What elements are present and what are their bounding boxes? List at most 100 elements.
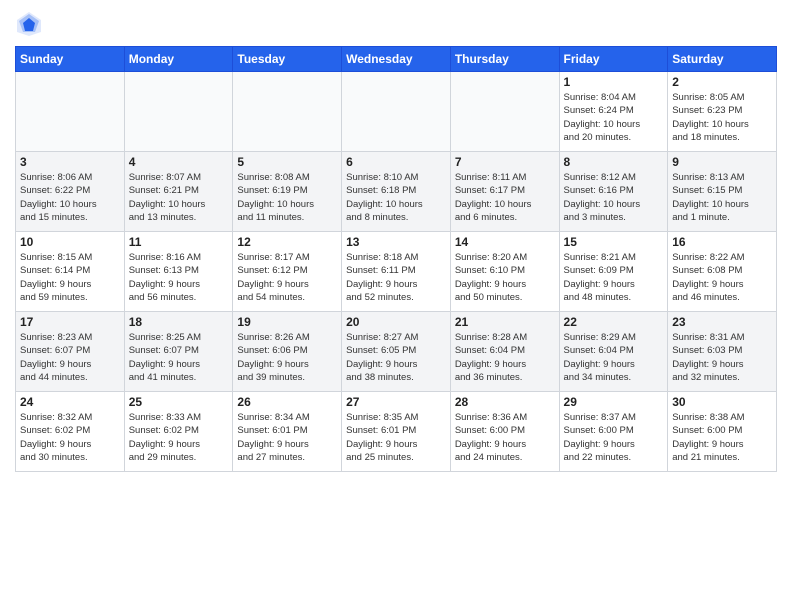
calendar-cell: 9Sunrise: 8:13 AM Sunset: 6:15 PM Daylig… <box>668 152 777 232</box>
calendar-cell: 29 Sunrise: 8:37 AM Sunset: 6:00 PM Dayli… <box>559 392 668 472</box>
day-number: 5 <box>237 155 337 169</box>
header-day: Thursday <box>450 47 559 72</box>
day-info: Sunrise: 8:27 AM Sunset: 6:05 PM Dayligh… <box>346 331 446 384</box>
calendar-cell: 30 Sunrise: 8:38 AM Sunset: 6:00 PM Dayli… <box>668 392 777 472</box>
calendar-cell: 8 Sunrise: 8:12 AM Sunset: 6:16 PM Daylig… <box>559 152 668 232</box>
calendar-cell <box>124 72 233 152</box>
day-info: Sunrise: 8:11 AM Sunset: 6:17 PM Dayligh… <box>455 171 555 224</box>
day-info: Sunrise: 8:22 AM Sunset: 6:08 PM Dayligh… <box>672 251 772 304</box>
day-number: 13 <box>346 235 446 249</box>
day-number: 3 <box>20 155 120 169</box>
header-day: Monday <box>124 47 233 72</box>
calendar-row: 1 Sunrise: 8:04 AM Sunset: 6:24 PM Daylig… <box>16 72 777 152</box>
calendar-table: SundayMondayTuesdayWednesdayThursdayFrid… <box>15 46 777 472</box>
day-info: Sunrise: 8:08 AM Sunset: 6:19 PM Dayligh… <box>237 171 337 224</box>
day-number: 8 <box>564 155 664 169</box>
calendar-row: 10Sunrise: 8:15 AM Sunset: 6:14 PM Dayli… <box>16 232 777 312</box>
calendar-cell: 13 Sunrise: 8:18 AM Sunset: 6:11 PM Dayli… <box>342 232 451 312</box>
calendar-cell: 25 Sunrise: 8:33 AM Sunset: 6:02 PM Dayli… <box>124 392 233 472</box>
day-number: 30 <box>672 395 772 409</box>
day-number: 28 <box>455 395 555 409</box>
calendar-cell: 28 Sunrise: 8:36 AM Sunset: 6:00 PM Dayli… <box>450 392 559 472</box>
day-info: Sunrise: 8:17 AM Sunset: 6:12 PM Dayligh… <box>237 251 337 304</box>
day-number: 16 <box>672 235 772 249</box>
header-day: Saturday <box>668 47 777 72</box>
calendar-cell: 10Sunrise: 8:15 AM Sunset: 6:14 PM Dayli… <box>16 232 125 312</box>
calendar-cell: 19 Sunrise: 8:26 AM Sunset: 6:06 PM Dayli… <box>233 312 342 392</box>
calendar-page: SundayMondayTuesdayWednesdayThursdayFrid… <box>0 0 792 612</box>
calendar-cell: 7 Sunrise: 8:11 AM Sunset: 6:17 PM Daylig… <box>450 152 559 232</box>
day-info: Sunrise: 8:05 AM Sunset: 6:23 PM Dayligh… <box>672 91 772 144</box>
header-day: Wednesday <box>342 47 451 72</box>
calendar-cell: 27 Sunrise: 8:35 AM Sunset: 6:01 PM Dayli… <box>342 392 451 472</box>
day-info: Sunrise: 8:31 AM Sunset: 6:03 PM Dayligh… <box>672 331 772 384</box>
logo-icon <box>15 10 43 38</box>
day-info: Sunrise: 8:36 AM Sunset: 6:00 PM Dayligh… <box>455 411 555 464</box>
day-info: Sunrise: 8:07 AM Sunset: 6:21 PM Dayligh… <box>129 171 229 224</box>
day-info: Sunrise: 8:38 AM Sunset: 6:00 PM Dayligh… <box>672 411 772 464</box>
day-info: Sunrise: 8:34 AM Sunset: 6:01 PM Dayligh… <box>237 411 337 464</box>
day-number: 27 <box>346 395 446 409</box>
calendar-cell <box>233 72 342 152</box>
calendar-row: 24 Sunrise: 8:32 AM Sunset: 6:02 PM Dayli… <box>16 392 777 472</box>
day-number: 4 <box>129 155 229 169</box>
day-info: Sunrise: 8:25 AM Sunset: 6:07 PM Dayligh… <box>129 331 229 384</box>
calendar-cell: 3Sunrise: 8:06 AM Sunset: 6:22 PM Daylig… <box>16 152 125 232</box>
day-number: 12 <box>237 235 337 249</box>
day-info: Sunrise: 8:16 AM Sunset: 6:13 PM Dayligh… <box>129 251 229 304</box>
day-number: 20 <box>346 315 446 329</box>
day-number: 9 <box>672 155 772 169</box>
calendar-cell: 26 Sunrise: 8:34 AM Sunset: 6:01 PM Dayli… <box>233 392 342 472</box>
calendar-cell: 12 Sunrise: 8:17 AM Sunset: 6:12 PM Dayli… <box>233 232 342 312</box>
calendar-cell <box>450 72 559 152</box>
calendar-row: 3Sunrise: 8:06 AM Sunset: 6:22 PM Daylig… <box>16 152 777 232</box>
calendar-cell: 1 Sunrise: 8:04 AM Sunset: 6:24 PM Daylig… <box>559 72 668 152</box>
day-number: 25 <box>129 395 229 409</box>
day-info: Sunrise: 8:12 AM Sunset: 6:16 PM Dayligh… <box>564 171 664 224</box>
day-number: 11 <box>129 235 229 249</box>
calendar-cell: 2 Sunrise: 8:05 AM Sunset: 6:23 PM Daylig… <box>668 72 777 152</box>
day-number: 26 <box>237 395 337 409</box>
calendar-cell: 17 Sunrise: 8:23 AM Sunset: 6:07 PM Dayli… <box>16 312 125 392</box>
day-number: 22 <box>564 315 664 329</box>
day-info: Sunrise: 8:32 AM Sunset: 6:02 PM Dayligh… <box>20 411 120 464</box>
day-info: Sunrise: 8:23 AM Sunset: 6:07 PM Dayligh… <box>20 331 120 384</box>
calendar-cell: 23Sunrise: 8:31 AM Sunset: 6:03 PM Dayli… <box>668 312 777 392</box>
day-info: Sunrise: 8:26 AM Sunset: 6:06 PM Dayligh… <box>237 331 337 384</box>
header-row: SundayMondayTuesdayWednesdayThursdayFrid… <box>16 47 777 72</box>
day-number: 17 <box>20 315 120 329</box>
calendar-cell: 11 Sunrise: 8:16 AM Sunset: 6:13 PM Dayli… <box>124 232 233 312</box>
header-day: Sunday <box>16 47 125 72</box>
header <box>15 10 777 38</box>
calendar-cell <box>16 72 125 152</box>
calendar-cell: 5 Sunrise: 8:08 AM Sunset: 6:19 PM Daylig… <box>233 152 342 232</box>
day-info: Sunrise: 8:37 AM Sunset: 6:00 PM Dayligh… <box>564 411 664 464</box>
calendar-cell: 21Sunrise: 8:28 AM Sunset: 6:04 PM Dayli… <box>450 312 559 392</box>
calendar-cell: 16 Sunrise: 8:22 AM Sunset: 6:08 PM Dayli… <box>668 232 777 312</box>
calendar-cell: 20 Sunrise: 8:27 AM Sunset: 6:05 PM Dayli… <box>342 312 451 392</box>
calendar-cell: 24 Sunrise: 8:32 AM Sunset: 6:02 PM Dayli… <box>16 392 125 472</box>
day-number: 15 <box>564 235 664 249</box>
header-day: Tuesday <box>233 47 342 72</box>
day-number: 18 <box>129 315 229 329</box>
day-info: Sunrise: 8:33 AM Sunset: 6:02 PM Dayligh… <box>129 411 229 464</box>
day-number: 14 <box>455 235 555 249</box>
day-info: Sunrise: 8:20 AM Sunset: 6:10 PM Dayligh… <box>455 251 555 304</box>
day-info: Sunrise: 8:15 AM Sunset: 6:14 PM Dayligh… <box>20 251 120 304</box>
day-info: Sunrise: 8:29 AM Sunset: 6:04 PM Dayligh… <box>564 331 664 384</box>
day-info: Sunrise: 8:35 AM Sunset: 6:01 PM Dayligh… <box>346 411 446 464</box>
day-info: Sunrise: 8:04 AM Sunset: 6:24 PM Dayligh… <box>564 91 664 144</box>
calendar-cell <box>342 72 451 152</box>
day-info: Sunrise: 8:18 AM Sunset: 6:11 PM Dayligh… <box>346 251 446 304</box>
day-number: 2 <box>672 75 772 89</box>
calendar-cell: 6Sunrise: 8:10 AM Sunset: 6:18 PM Daylig… <box>342 152 451 232</box>
day-number: 1 <box>564 75 664 89</box>
day-number: 6 <box>346 155 446 169</box>
day-number: 7 <box>455 155 555 169</box>
day-number: 19 <box>237 315 337 329</box>
day-number: 29 <box>564 395 664 409</box>
logo <box>15 10 47 38</box>
day-info: Sunrise: 8:28 AM Sunset: 6:04 PM Dayligh… <box>455 331 555 384</box>
day-number: 24 <box>20 395 120 409</box>
calendar-cell: 15Sunrise: 8:21 AM Sunset: 6:09 PM Dayli… <box>559 232 668 312</box>
